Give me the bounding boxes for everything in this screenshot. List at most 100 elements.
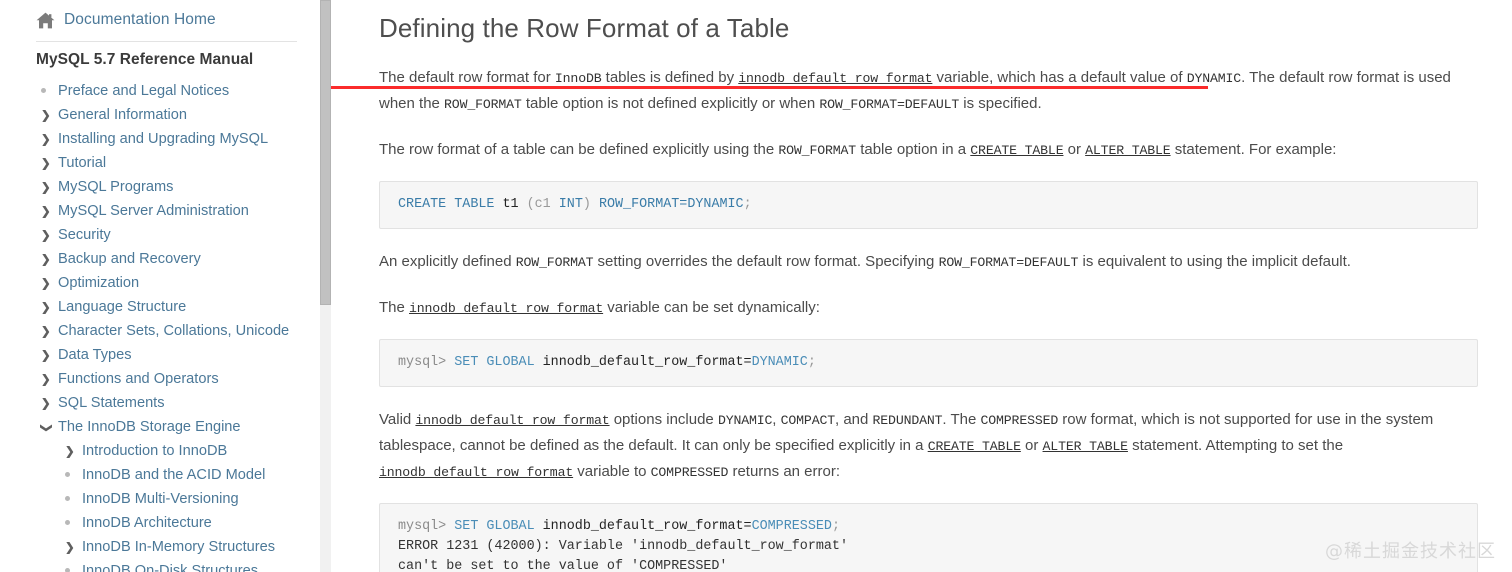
paragraph-set-dynamically: The innodb_default_row_format variable c… xyxy=(379,295,1478,321)
sidebar-item-label: MySQL Server Administration xyxy=(58,203,249,219)
chevron-right-icon: ❯ xyxy=(41,398,51,410)
inline-code-redundant: REDUNDANT xyxy=(872,413,943,428)
text-segment: tables is defined by xyxy=(601,69,739,86)
home-icon xyxy=(36,12,55,29)
chevron-right-icon-wrap: ❯ xyxy=(36,367,58,392)
sidebar-item-tutorial[interactable]: ❯ Tutorial xyxy=(36,151,331,175)
chevron-right-icon: ❯ xyxy=(65,542,75,554)
dot-icon-wrap xyxy=(60,559,82,572)
sidebar-item-mysql-programs[interactable]: ❯ MySQL Programs xyxy=(36,175,331,199)
chevron-right-icon-wrap: ❯ xyxy=(36,127,58,152)
inline-code-dynamic: DYNAMIC xyxy=(1186,71,1242,86)
code-error-line-1: ERROR 1231 (42000): Variable 'innodb_def… xyxy=(398,539,848,554)
page-title: Defining the Row Format of a Table xyxy=(379,13,790,43)
code-punctuation: ; xyxy=(831,519,840,534)
code-block-create-table: CREATE TABLE t1 (c1 INT) ROW_FORMAT=DYNA… xyxy=(379,181,1478,229)
code-punctuation: ) xyxy=(582,197,591,212)
link-alter-table[interactable]: ALTER TABLE xyxy=(1085,143,1171,158)
text-segment: or xyxy=(1063,141,1086,158)
link-innodb-default-row-format[interactable]: innodb_default_row_format xyxy=(379,465,573,480)
link-create-table[interactable]: CREATE TABLE xyxy=(970,143,1063,158)
chevron-right-icon-wrap: ❯ xyxy=(36,103,58,128)
documentation-page: Documentation Home MySQL 5.7 Reference M… xyxy=(0,0,1512,572)
code-keyword: INT xyxy=(558,197,583,212)
code-punctuation: ; xyxy=(807,355,816,370)
link-alter-table[interactable]: ALTER TABLE xyxy=(1043,439,1129,454)
sidebar-item-general-information[interactable]: ❯ General Information xyxy=(36,103,331,127)
sidebar-item-preface-and-legal-notices[interactable]: Preface and Legal Notices xyxy=(36,79,331,103)
link-create-table[interactable]: CREATE TABLE xyxy=(928,439,1021,454)
code-identifier: t1 xyxy=(494,197,527,212)
sidebar-item-label: Language Structure xyxy=(58,299,187,315)
bullet-dot-icon xyxy=(65,568,70,572)
red-annotation-underline xyxy=(331,86,1208,89)
chevron-right-icon: ❯ xyxy=(41,182,51,194)
sidebar-item-sql-statements[interactable]: ❯ SQL Statements xyxy=(36,391,331,415)
link-innodb-default-row-format[interactable]: innodb_default_row_format xyxy=(415,413,609,428)
link-innodb-default-row-format[interactable]: innodb_default_row_format xyxy=(409,301,603,316)
code-keyword: SET GLOBAL xyxy=(454,355,535,370)
code-punctuation: ; xyxy=(743,197,752,212)
link-innodb-default-row-format[interactable]: innodb_default_row_format xyxy=(738,71,932,86)
documentation-home-label: Documentation Home xyxy=(64,11,216,28)
inline-code-row-format: ROW_FORMAT xyxy=(444,97,522,112)
sidebar-item-label: The InnoDB Storage Engine xyxy=(58,419,241,435)
chevron-right-icon-wrap: ❯ xyxy=(36,223,58,248)
sidebar-item-mysql-server-administration[interactable]: ❯ MySQL Server Administration xyxy=(36,199,331,223)
chevron-right-icon-wrap: ❯ xyxy=(36,199,58,224)
sidebar-item-innodb-and-the-acid-model[interactable]: InnoDB and the ACID Model xyxy=(36,463,331,487)
chevron-right-icon-wrap: ❯ xyxy=(36,343,58,368)
sidebar-item-label: Security xyxy=(58,227,111,243)
code-value: COMPRESSED xyxy=(751,519,832,534)
sidebar-item-introduction-to-innodb[interactable]: ❯ Introduction to InnoDB xyxy=(36,439,331,463)
chevron-right-icon: ❯ xyxy=(41,254,51,266)
sidebar-item-installing-and-upgrading-mysql[interactable]: ❯ Installing and Upgrading MySQL xyxy=(36,127,331,151)
bullet-dot-icon xyxy=(65,520,70,526)
bullet-dot-icon xyxy=(65,496,70,502)
code-keyword: SET GLOBAL xyxy=(454,519,535,534)
sidebar-item-innodb-on-disk-structures[interactable]: InnoDB On-Disk Structures xyxy=(36,559,331,572)
dot-icon-wrap xyxy=(36,79,58,103)
inline-code-row-format-default: ROW_FORMAT=DEFAULT xyxy=(938,255,1079,270)
sidebar-item-label: InnoDB Multi-Versioning xyxy=(82,491,239,507)
sidebar-item-backup-and-recovery[interactable]: ❯ Backup and Recovery xyxy=(36,247,331,271)
sidebar-item-functions-and-operators[interactable]: ❯ Functions and Operators xyxy=(36,367,331,391)
chevron-right-icon: ❯ xyxy=(41,206,51,218)
code-block-set-global-compressed-error: mysql> SET GLOBAL innodb_default_row_for… xyxy=(379,503,1478,572)
code-block-set-global-dynamic: mysql> SET GLOBAL innodb_default_row_for… xyxy=(379,339,1478,387)
sidebar-item-label: Functions and Operators xyxy=(58,371,219,387)
inline-code-innodb: InnoDB xyxy=(554,71,602,86)
chevron-right-icon: ❯ xyxy=(41,302,51,314)
code-identifier: innodb_default_row_format= xyxy=(534,519,752,534)
chevron-right-icon: ❯ xyxy=(41,278,51,290)
code-value: DYNAMIC xyxy=(751,355,808,370)
documentation-home-link[interactable]: Documentation Home xyxy=(36,8,331,32)
sidebar-item-innodb-in-memory-structures[interactable]: ❯ InnoDB In-Memory Structures xyxy=(36,535,331,559)
inline-code-row-format-default: ROW_FORMAT=DEFAULT xyxy=(819,97,960,112)
text-segment: statement. Attempting to set the xyxy=(1127,437,1344,454)
inline-code-dynamic: DYNAMIC xyxy=(717,413,773,428)
chevron-right-icon: ❯ xyxy=(65,446,75,458)
text-segment: . The xyxy=(942,411,981,428)
sidebar-item-security[interactable]: ❯ Security xyxy=(36,223,331,247)
sidebar-item-label: SQL Statements xyxy=(58,395,165,411)
chevron-right-icon: ❯ xyxy=(41,326,51,338)
sidebar-item-innodb-multi-versioning[interactable]: InnoDB Multi-Versioning xyxy=(36,487,331,511)
manual-title: MySQL 5.7 Reference Manual xyxy=(36,51,254,68)
sidebar-item-data-types[interactable]: ❯ Data Types xyxy=(36,343,331,367)
inline-code-row-format: ROW_FORMAT xyxy=(515,255,594,270)
sidebar-item-character-sets-collations-unicode[interactable]: ❯ Character Sets, Collations, Unicode xyxy=(36,319,331,343)
inline-code-compressed: COMPRESSED xyxy=(650,465,729,480)
text-segment: Valid xyxy=(379,411,416,428)
dot-icon-wrap xyxy=(60,463,82,487)
inline-code-compressed: COMPRESSED xyxy=(980,413,1059,428)
sidebar-item-language-structure[interactable]: ❯ Language Structure xyxy=(36,295,331,319)
sidebar-item-innodb-architecture[interactable]: InnoDB Architecture xyxy=(36,511,331,535)
sidebar-item-label: Tutorial xyxy=(58,155,107,171)
sidebar-item-optimization[interactable]: ❯ Optimization xyxy=(36,271,331,295)
sidebar-scrollbar-thumb[interactable] xyxy=(320,0,331,305)
inline-code-row-format: ROW_FORMAT xyxy=(778,143,857,158)
sidebar-item-the-innodb-storage-engine[interactable]: ❯ The InnoDB Storage Engine xyxy=(36,415,331,439)
chevron-down-icon-wrap: ❯ xyxy=(36,415,58,440)
chevron-down-icon: ❯ xyxy=(39,423,52,433)
